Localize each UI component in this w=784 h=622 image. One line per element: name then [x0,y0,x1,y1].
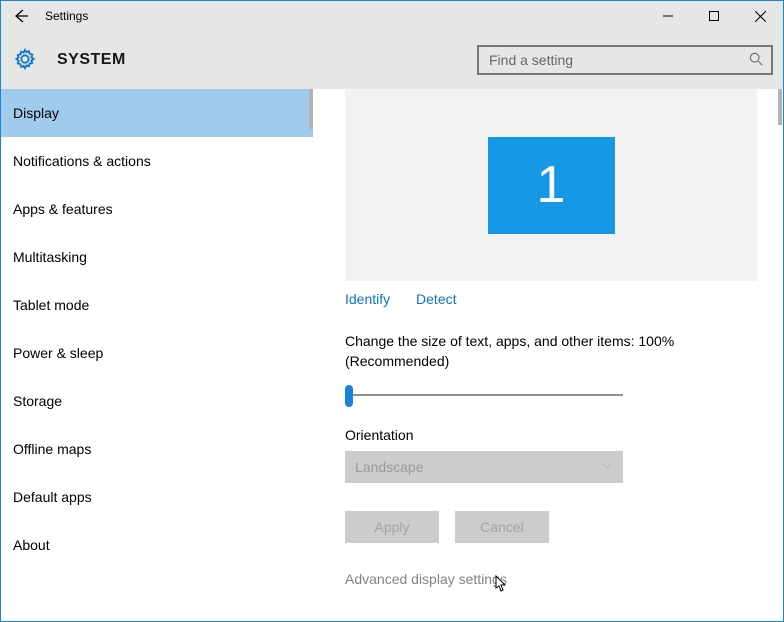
monitor-layout-area[interactable]: 1 [345,89,757,281]
window-title: Settings [41,9,88,23]
minimize-button[interactable] [645,1,691,31]
apply-button[interactable]: Apply [345,511,439,543]
scale-slider[interactable] [345,385,623,405]
detect-link[interactable]: Detect [416,291,456,307]
sidebar-item-label: About [13,537,50,553]
monitor-tile-1[interactable]: 1 [488,137,615,234]
sidebar-item-multitasking[interactable]: Multitasking [1,233,313,281]
sidebar-item-default-apps[interactable]: Default apps [1,473,313,521]
sidebar-item-label: Storage [13,393,62,409]
orientation-dropdown[interactable]: Landscape [345,451,623,483]
sidebar-item-notifications[interactable]: Notifications & actions [1,137,313,185]
sidebar: Display Notifications & actions Apps & f… [1,89,313,621]
gear-icon [11,48,39,73]
slider-track [345,394,623,396]
sidebar-item-label: Multitasking [13,249,87,265]
chevron-down-icon [601,459,613,475]
search-input[interactable] [487,51,749,69]
sidebar-item-offline-maps[interactable]: Offline maps [1,425,313,473]
close-button[interactable] [737,1,783,31]
sidebar-item-display[interactable]: Display [1,89,313,137]
sidebar-item-label: Default apps [13,489,92,505]
identify-link[interactable]: Identify [345,291,390,307]
settings-window: Settings SYSTEM Display Notificatio [0,0,784,622]
scale-label: Change the size of text, apps, and other… [345,331,765,371]
sidebar-item-storage[interactable]: Storage [1,377,313,425]
advanced-display-settings-link[interactable]: Advanced display settings [345,571,507,587]
sidebar-item-label: Display [13,105,59,121]
sidebar-item-label: Tablet mode [13,297,89,313]
maximize-button[interactable] [691,1,737,31]
advanced-label: Advanced display settings [345,571,507,587]
monitor-number: 1 [537,155,566,215]
cancel-label: Cancel [480,519,524,535]
sidebar-item-label: Apps & features [13,201,113,217]
cancel-button[interactable]: Cancel [455,511,549,543]
sidebar-item-label: Power & sleep [13,345,103,361]
sidebar-item-power-sleep[interactable]: Power & sleep [1,329,313,377]
back-button[interactable] [1,8,41,24]
content-pane: 1 Identify Detect Change the size of tex… [313,89,783,621]
page-category: SYSTEM [39,51,126,69]
titlebar: Settings [1,1,783,31]
dropdown-value: Landscape [355,459,424,475]
search-icon [749,52,763,69]
search-box[interactable] [477,45,773,75]
sidebar-item-apps-features[interactable]: Apps & features [1,185,313,233]
sidebar-item-about[interactable]: About [1,521,313,569]
slider-thumb[interactable] [345,385,353,407]
sidebar-item-label: Notifications & actions [13,153,151,169]
sidebar-item-label: Offline maps [13,441,91,457]
header: SYSTEM [1,31,783,89]
content-scrollbar[interactable] [778,89,782,125]
apply-label: Apply [374,519,409,535]
sidebar-item-tablet-mode[interactable]: Tablet mode [1,281,313,329]
orientation-label: Orientation [345,427,765,443]
